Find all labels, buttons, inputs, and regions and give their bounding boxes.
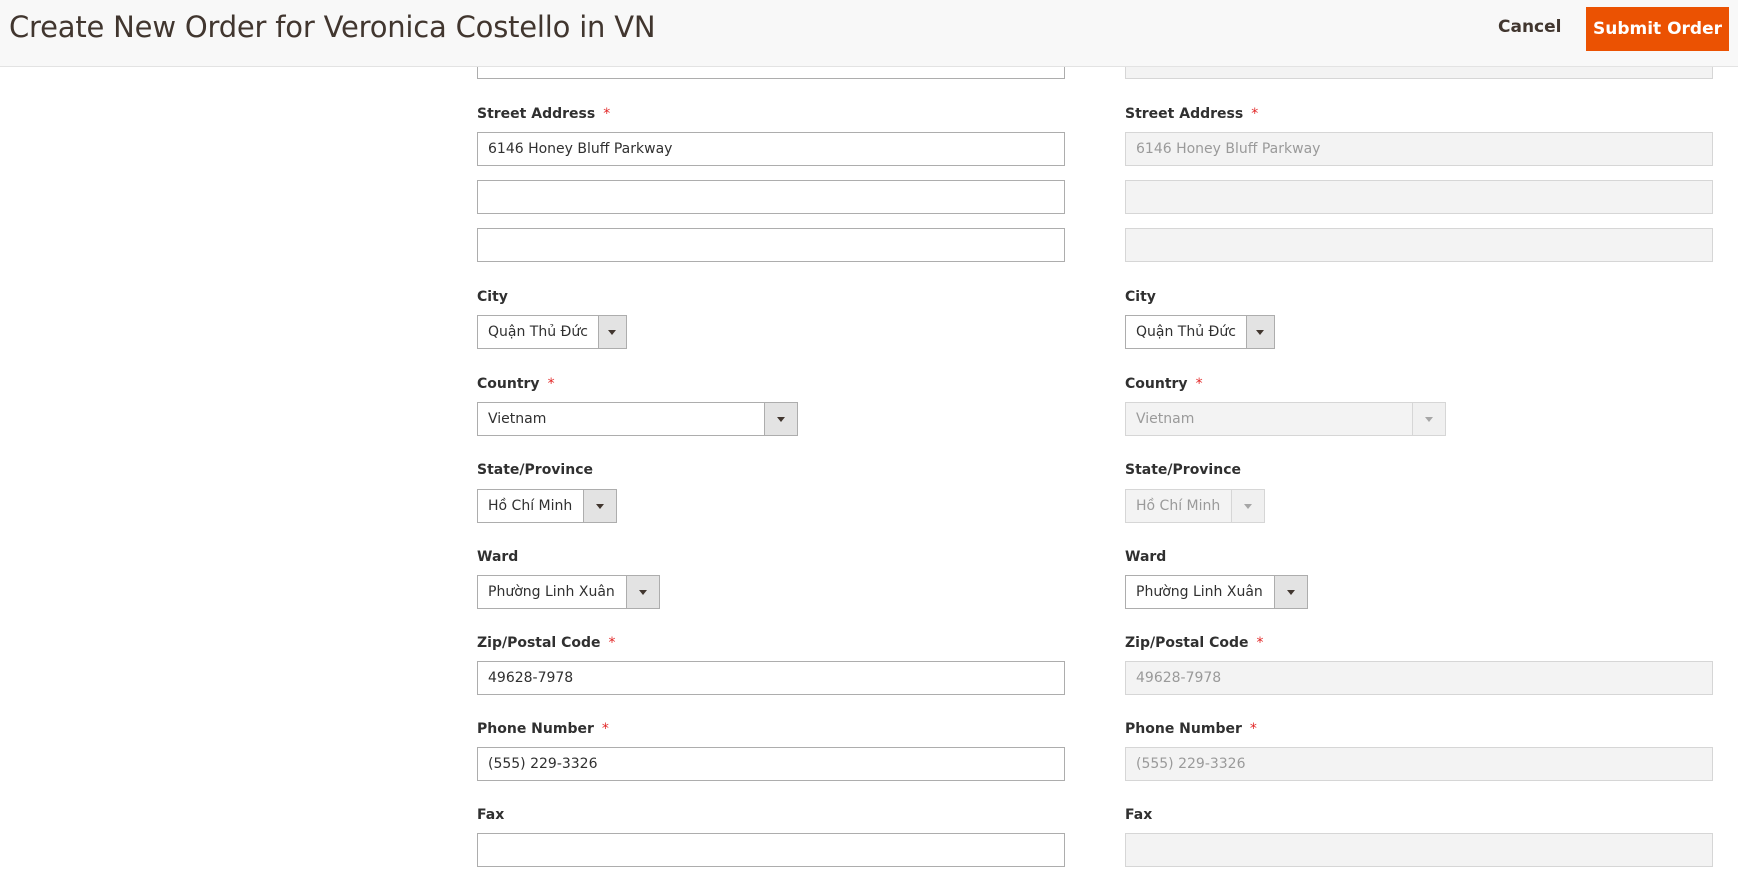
chevron-down-icon [1425, 416, 1433, 422]
billing-state-value: Hồ Chí Minh [488, 498, 573, 514]
chevron-down-icon [1244, 503, 1252, 509]
billing-state-select[interactable]: Hồ Chí Minh [477, 489, 617, 523]
shipping-street-label: Street Address * [1125, 106, 1259, 122]
required-marker: * [547, 376, 555, 392]
dropdown-toggle[interactable] [764, 403, 797, 435]
shipping-city-select[interactable]: Quận Thủ Đức [1125, 315, 1275, 349]
shipping-fax-label: Fax [1125, 807, 1153, 823]
required-marker: * [603, 106, 611, 122]
billing-ward-label: Ward [477, 549, 519, 565]
billing-fax-label: Fax [477, 807, 505, 823]
cancel-button[interactable]: Cancel [1498, 17, 1561, 37]
dropdown-toggle[interactable] [597, 316, 626, 348]
required-marker: * [1251, 106, 1259, 122]
required-marker: * [601, 721, 609, 737]
shipping-state-select: Hồ Chí Minh [1125, 489, 1265, 523]
dropdown-toggle [1231, 490, 1264, 522]
shipping-country-select: Vietnam [1125, 402, 1446, 436]
chevron-down-icon [1256, 329, 1265, 335]
billing-country-label: Country * [477, 376, 555, 392]
billing-street-line-2-input[interactable] [477, 180, 1065, 214]
shipping-zip-label: Zip/Postal Code * [1125, 635, 1264, 651]
billing-phone-input[interactable]: (555) 229-3326 [477, 747, 1065, 781]
billing-zip-input[interactable]: 49628-7978 [477, 661, 1065, 695]
shipping-state-value: Hồ Chí Minh [1136, 498, 1221, 514]
required-marker: * [1249, 721, 1257, 737]
billing-ward-select[interactable]: Phường Linh Xuân [477, 575, 660, 609]
required-marker: * [1256, 635, 1264, 651]
chevron-down-icon [1287, 589, 1295, 595]
shipping-ward-select[interactable]: Phường Linh Xuân [1125, 575, 1308, 609]
shipping-zip-input: 49628-7978 [1125, 661, 1713, 695]
billing-fax-input[interactable] [477, 833, 1065, 867]
shipping-ward-label: Ward [1125, 549, 1167, 565]
billing-street-line-1-input[interactable]: 6146 Honey Bluff Parkway [477, 132, 1065, 166]
billing-state-label: State/Province [477, 462, 593, 478]
chevron-down-icon [777, 416, 785, 422]
shipping-street-line-1-input: 6146 Honey Bluff Parkway [1125, 132, 1713, 166]
shipping-street-line-3-input [1125, 228, 1713, 262]
billing-country-select[interactable]: Vietnam [477, 402, 798, 436]
shipping-city-value: Quận Thủ Đức [1136, 324, 1236, 340]
shipping-phone-label: Phone Number * [1125, 721, 1257, 737]
create-order-page: Create New Order for Veronica Costello i… [0, 0, 1738, 877]
billing-city-label: City [477, 289, 508, 305]
billing-street-line-3-input[interactable] [477, 228, 1065, 262]
billing-ward-value: Phường Linh Xuân [488, 584, 615, 600]
billing-street-label: Street Address * [477, 106, 611, 122]
submit-order-button[interactable]: Submit Order [1586, 7, 1729, 51]
dropdown-toggle[interactable] [1274, 576, 1307, 608]
shipping-city-label: City [1125, 289, 1156, 305]
dropdown-toggle[interactable] [583, 490, 616, 522]
billing-phone-label: Phone Number * [477, 721, 609, 737]
shipping-fax-input [1125, 833, 1713, 867]
chevron-down-icon [608, 329, 617, 335]
dropdown-toggle[interactable] [626, 576, 659, 608]
shipping-country-label: Country * [1125, 376, 1203, 392]
required-marker: * [1195, 376, 1203, 392]
billing-city-select[interactable]: Quận Thủ Đức [477, 315, 627, 349]
billing-zip-label: Zip/Postal Code * [477, 635, 616, 651]
shipping-street-line-2-input [1125, 180, 1713, 214]
chevron-down-icon [596, 503, 604, 509]
shipping-phone-input: (555) 229-3326 [1125, 747, 1713, 781]
billing-country-value: Vietnam [488, 411, 547, 427]
required-marker: * [608, 635, 616, 651]
page-title: Create New Order for Veronica Costello i… [9, 10, 656, 44]
chevron-down-icon [639, 589, 647, 595]
dropdown-toggle[interactable] [1245, 316, 1274, 348]
shipping-state-label: State/Province [1125, 462, 1241, 478]
page-header: Create New Order for Veronica Costello i… [0, 0, 1738, 67]
shipping-ward-value: Phường Linh Xuân [1136, 584, 1263, 600]
billing-city-value: Quận Thủ Đức [488, 324, 588, 340]
dropdown-toggle [1412, 403, 1445, 435]
shipping-country-value: Vietnam [1136, 411, 1195, 427]
